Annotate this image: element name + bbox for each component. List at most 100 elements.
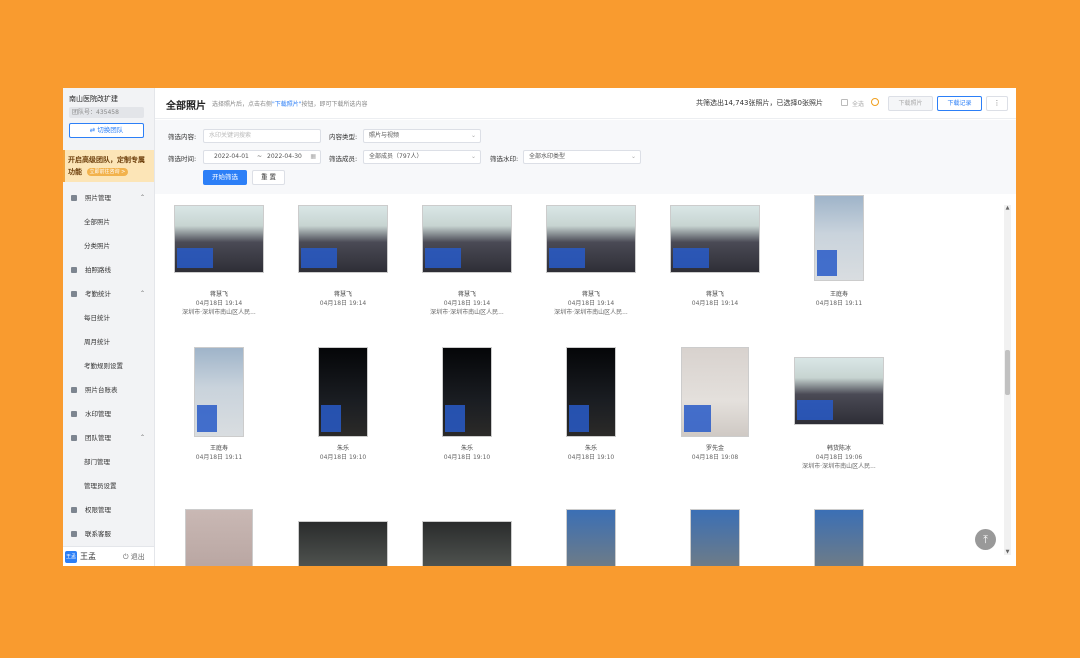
photo-author: 韩货陈冰: [826, 445, 851, 452]
chevron-up-icon[interactable]: ⌃: [140, 426, 145, 450]
photo-thumbnail[interactable]: [318, 347, 368, 437]
photo-card[interactable]: 王庭寿 04月18日 19:11: [157, 345, 281, 485]
sidebar-item[interactable]: 周月统计: [63, 330, 154, 354]
sidebar-item-label: 水印管理: [85, 410, 111, 418]
app-window: 南山医院改扩建 团队号：435458 ⇄ 切换团队 开启高级团队，定制专属功能 …: [63, 88, 1016, 566]
more-options-button[interactable]: ⋮: [986, 96, 1008, 111]
photo-thumbnail[interactable]: [566, 509, 616, 566]
sidebar-footer: 王孟 王孟 ⏻ 退出: [63, 546, 154, 566]
photo-time: 04月18日 19:14: [691, 300, 739, 307]
watermark-overlay: [445, 405, 465, 432]
photo-card[interactable]: 蒋慧飞 04月18日 19:14 深圳市·深圳市南山区人民...: [529, 195, 653, 335]
photo-thumbnail[interactable]: [442, 347, 492, 437]
photo-card[interactable]: 韩货陈冰 04月18日 19:06 深圳市·深圳市南山区人民...: [777, 345, 901, 485]
settings-icon[interactable]: [871, 98, 879, 106]
user-name: 王孟: [80, 552, 96, 561]
photo-time: 04月18日 19:14: [195, 300, 243, 307]
photo-thumbnail[interactable]: [298, 521, 388, 566]
watermark-select[interactable]: 全部水印类型 ⌄: [523, 150, 641, 164]
sidebar-item-label: 联系客服: [85, 530, 111, 538]
sidebar-item[interactable]: 部门管理: [63, 450, 154, 474]
sidebar-item[interactable]: 分类照片: [63, 234, 154, 258]
photo-card[interactable]: 蒋慧飞 04月18日 19:14: [653, 195, 777, 335]
page-header: 全部照片 选择照片后，点击右侧"下载照片"按钮，即可下载所选内容 共筛选出14,…: [155, 88, 1016, 119]
photo-thumbnail[interactable]: [298, 205, 388, 273]
photo-thumbnail[interactable]: [174, 205, 264, 273]
photo-thumbnail[interactable]: [670, 205, 760, 273]
photo-thumbnail[interactable]: [566, 347, 616, 437]
watermark-overlay: [673, 248, 709, 268]
scroll-thumb[interactable]: [1005, 350, 1010, 395]
sidebar-item[interactable]: 团队管理 ⌃: [63, 426, 154, 450]
photo-author: 王庭寿: [209, 445, 228, 452]
member-filter-label: 筛选成员:: [329, 155, 358, 163]
watermark-filter-label: 筛选水印:: [490, 155, 519, 163]
photo-time: 04月18日 19:10: [443, 454, 491, 461]
sidebar-item[interactable]: 拍照路线: [63, 258, 154, 282]
start-filter-button[interactable]: 开始筛选: [203, 170, 247, 185]
chevron-up-icon[interactable]: ⌃: [140, 282, 145, 306]
watermark-overlay: [321, 405, 341, 432]
select-all-label[interactable]: 全选: [852, 99, 864, 108]
sidebar-item[interactable]: 联系客服: [63, 522, 154, 546]
keyword-search-input[interactable]: 水印关键词搜索: [203, 129, 321, 143]
photo-author: 朱乐: [336, 445, 349, 452]
member-select[interactable]: 全部成员（797人） ⌄: [363, 150, 481, 164]
date-start: 2022-04-01: [214, 153, 249, 160]
back-to-top-icon[interactable]: ⤒: [975, 529, 996, 550]
photo-thumbnail[interactable]: [814, 509, 864, 566]
photo-card[interactable]: 蒋慧飞 04月18日 19:14 深圳市·深圳市南山区人民...: [405, 195, 529, 335]
download-photos-button[interactable]: 下载照片: [888, 96, 933, 111]
sidebar-item[interactable]: 考勤规则设置: [63, 354, 154, 378]
photo-time: 04月18日 19:14: [443, 300, 491, 307]
sidebar-item-label: 团队管理: [85, 434, 111, 442]
upgrade-promo[interactable]: 开启高级团队，定制专属功能 立即前往咨询 >: [63, 150, 154, 182]
sidebar-item[interactable]: 考勤统计 ⌃: [63, 282, 154, 306]
sidebar-item-label: 周月统计: [84, 338, 110, 346]
photo-thumbnail[interactable]: [794, 357, 884, 425]
photo-thumbnail[interactable]: [546, 205, 636, 273]
content-type-select[interactable]: 照片与视频 ⌄: [363, 129, 481, 143]
photo-card[interactable]: 朱乐 04月18日 19:10: [529, 345, 653, 485]
scrollbar[interactable]: ▲ ▼: [1004, 205, 1011, 555]
sidebar-item[interactable]: 全部照片: [63, 210, 154, 234]
photo-card[interactable]: 蒋慧飞 04月18日 19:14 深圳市·深圳市南山区人民...: [157, 195, 281, 335]
date-range-picker[interactable]: 2022-04-01 ~ 2022-04-30 ▦: [203, 150, 321, 164]
sidebar-item[interactable]: 照片台账表: [63, 378, 154, 402]
photo-card[interactable]: 朱乐 04月18日 19:10: [405, 345, 529, 485]
photo-author: 蒋慧飞: [457, 291, 476, 298]
photo-thumbnail[interactable]: [690, 509, 740, 566]
sidebar-item[interactable]: 权限管理: [63, 498, 154, 522]
sidebar-item[interactable]: 水印管理: [63, 402, 154, 426]
select-all-checkbox[interactable]: [841, 99, 848, 106]
sidebar-item[interactable]: 管理员设置: [63, 474, 154, 498]
content-type-value: 照片与视频: [369, 132, 400, 139]
chevron-up-icon[interactable]: ⌃: [140, 186, 145, 210]
photo-card[interactable]: 罗先金 04月18日 19:08: [653, 345, 777, 485]
filter-panel: 筛选内容: 水印关键词搜索 内容类型: 照片与视频 ⌄ 筛选时间: 2022-04…: [155, 120, 1016, 194]
photo-thumbnail[interactable]: [422, 521, 512, 566]
photo-card[interactable]: 朱乐 04月18日 19:10: [281, 345, 405, 485]
scroll-down-icon[interactable]: ▼: [1004, 549, 1011, 555]
photo-author: 蒋慧飞: [333, 291, 352, 298]
hint-link: "下载照片": [272, 101, 302, 108]
photo-time: 04月18日 19:14: [567, 300, 615, 307]
photo-thumbnail[interactable]: [194, 347, 244, 437]
logout-button[interactable]: ⏻ 退出: [123, 551, 145, 563]
sidebar-item[interactable]: 每日统计: [63, 306, 154, 330]
download-records-button[interactable]: 下载记录: [937, 96, 982, 111]
scroll-up-icon[interactable]: ▲: [1004, 205, 1011, 211]
switch-team-button[interactable]: ⇄ 切换团队: [69, 123, 144, 138]
photo-time: 04月18日 19:11: [815, 300, 863, 307]
photo-thumbnail[interactable]: [185, 509, 253, 566]
sidebar-item[interactable]: 照片管理 ⌃: [63, 186, 154, 210]
photo-card[interactable]: 蒋慧飞 04月18日 19:14: [281, 195, 405, 335]
photo-thumbnail[interactable]: [422, 205, 512, 273]
promo-consult-link[interactable]: 立即前往咨询 >: [86, 167, 129, 176]
avatar[interactable]: 王孟: [65, 551, 77, 563]
photo-card[interactable]: 王庭寿 04月18日 19:11: [777, 195, 901, 335]
reset-button[interactable]: 重 置: [252, 170, 285, 185]
photo-thumbnail[interactable]: [814, 195, 864, 281]
photo-time: 04月18日 19:11: [195, 454, 243, 461]
photo-thumbnail[interactable]: [681, 347, 749, 437]
